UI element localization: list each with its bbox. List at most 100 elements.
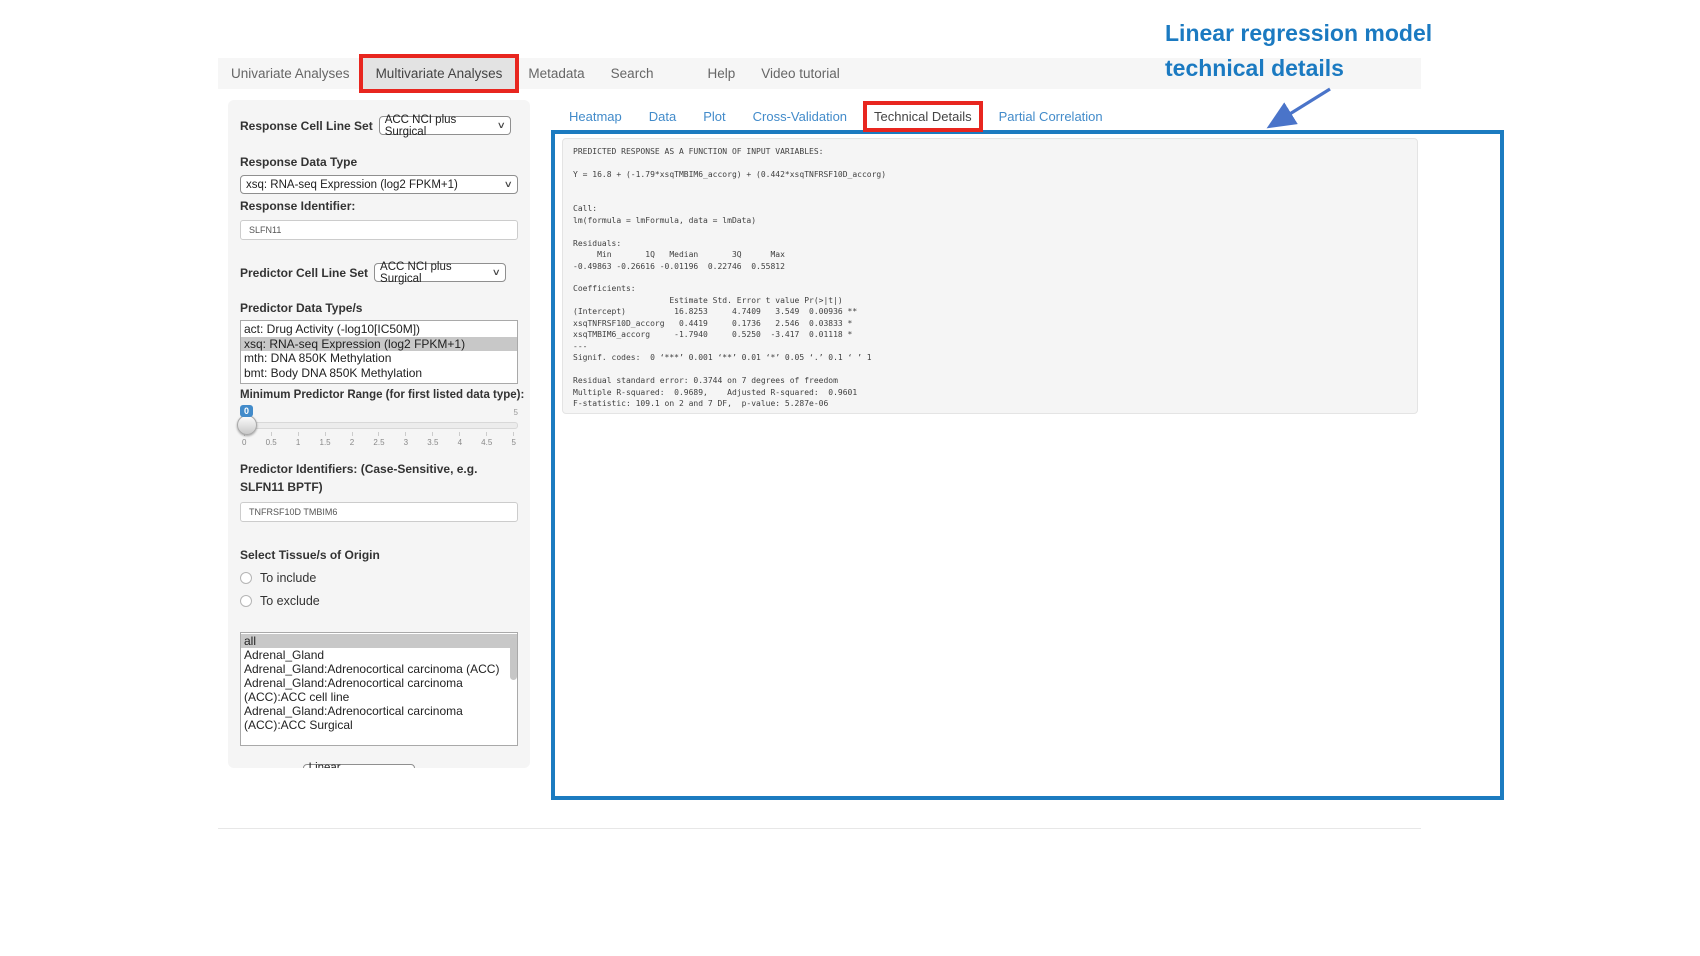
response-data-type-label: Response Data Type bbox=[240, 155, 518, 169]
slider-tick-label: 3 bbox=[404, 432, 408, 447]
slider-value-badge: 0 bbox=[240, 405, 253, 417]
predictor-data-types-listbox: act: Drug Activity (-log10[IC50M]) xsq: … bbox=[240, 320, 518, 384]
nav-item-label: Metadata bbox=[528, 66, 584, 81]
nav-item[interactable]: Univariate Analyses bbox=[218, 58, 363, 89]
predictor-cell-line-set-value: ACC NCI plus Surgical bbox=[380, 261, 487, 285]
response-identifier-input[interactable] bbox=[240, 220, 518, 240]
radio-button-icon[interactable] bbox=[240, 572, 252, 584]
tissue-option-label: Adrenal_Gland:Adrenocortical carcinoma (… bbox=[244, 676, 463, 704]
tissue-origin-label: Select Tissue/s of Origin bbox=[240, 548, 518, 562]
slider-ticks: 0 0.5 1 1.5 2 2.5 3 3.5 4 4.5 bbox=[242, 432, 516, 447]
min-predictor-range-label: Minimum Predictor Range (for first liste… bbox=[240, 389, 518, 401]
predictor-data-type-option-label: bmt: Body DNA 850K Methylation bbox=[244, 366, 422, 380]
result-tab-label: Partial Correlation bbox=[999, 109, 1103, 124]
result-tab[interactable]: Plot bbox=[696, 105, 732, 128]
algorithm-label: Algorithm bbox=[240, 767, 297, 769]
nav-item[interactable]: Multivariate Analyses bbox=[363, 58, 516, 89]
predictor-data-types-label: Predictor Data Type/s bbox=[240, 301, 518, 315]
predictor-identifiers-input[interactable] bbox=[240, 502, 518, 522]
radio-button-icon[interactable] bbox=[240, 595, 252, 607]
annotation-line-1: Linear regression model bbox=[1165, 16, 1432, 51]
tissue-option-label: Adrenal_Gland bbox=[244, 648, 324, 662]
nav-item[interactable]: Video tutorial bbox=[748, 58, 853, 89]
nav-item[interactable]: Help bbox=[694, 58, 748, 89]
result-tab[interactable]: Cross-Validation bbox=[746, 105, 854, 128]
sidebar-form: Response Cell Line Set ACC NCI plus Surg… bbox=[228, 100, 530, 768]
r-model-output: PREDICTED RESPONSE AS A FUNCTION OF INPU… bbox=[562, 138, 1418, 414]
response-data-type-value: xsq: RNA-seq Expression (log2 FPKM+1) bbox=[246, 179, 458, 191]
result-tab[interactable]: Technical Details bbox=[867, 105, 979, 128]
nav-item-label: Video tutorial bbox=[761, 66, 840, 81]
response-cell-line-set-label: Response Cell Line Set bbox=[240, 119, 373, 133]
predictor-data-type-option-label: xsq: RNA-seq Expression (log2 FPKM+1) bbox=[244, 337, 465, 351]
nav-item-label: Help bbox=[707, 66, 735, 81]
chevron-down-icon: ∨ bbox=[504, 179, 513, 190]
predictor-cell-line-set-select[interactable]: ACC NCI plus Surgical ∨ bbox=[374, 263, 506, 282]
tissue-origin-radios: To include To exclude bbox=[240, 571, 518, 608]
min-predictor-range-slider: 0 5 0 0.5 1 1.5 2 2.5 3 bbox=[240, 405, 518, 451]
predictor-data-type-option[interactable]: xsq: RNA-seq Expression (log2 FPKM+1) bbox=[241, 337, 517, 352]
response-data-type-select[interactable]: xsq: RNA-seq Expression (log2 FPKM+1) ∨ bbox=[240, 175, 518, 194]
result-tabs: Heatmap Data Plot Cross-Validation Techn… bbox=[562, 105, 1123, 128]
annotation-text: Linear regression model technical detail… bbox=[1165, 16, 1432, 86]
tissue-origin-listbox: all Adrenal_Gland Adrenal_Gland:Adrenoco… bbox=[240, 632, 518, 746]
slider-tick-label: 5 bbox=[511, 432, 515, 447]
app-page: Linear regression model technical detail… bbox=[0, 0, 1700, 956]
slider-tick-label: 2 bbox=[350, 432, 354, 447]
tissue-option-label: all bbox=[244, 634, 256, 648]
tissue-option[interactable]: Adrenal_Gland:Adrenocortical carcinoma (… bbox=[241, 662, 517, 676]
result-tab[interactable]: Data bbox=[642, 105, 683, 128]
technical-details-panel: PREDICTED RESPONSE AS A FUNCTION OF INPU… bbox=[551, 130, 1504, 800]
chevron-down-icon: ∨ bbox=[492, 267, 501, 278]
response-cell-line-set-select[interactable]: ACC NCI plus Surgical ∨ bbox=[379, 116, 511, 135]
predictor-data-type-option-label: act: Drug Activity (-log10[IC50M]) bbox=[244, 322, 420, 336]
predictor-data-type-option-label: mth: DNA 850K Methylation bbox=[244, 351, 391, 365]
result-tab-label: Technical Details bbox=[874, 109, 972, 124]
result-tab-label: Plot bbox=[703, 109, 725, 124]
slider-tick-label: 1 bbox=[296, 432, 300, 447]
nav-item[interactable]: Search bbox=[598, 58, 667, 89]
slider-tick-label: 4 bbox=[458, 432, 462, 447]
slider-tick-label: 3.5 bbox=[427, 432, 438, 447]
slider-tick-label: 4.5 bbox=[481, 432, 492, 447]
result-tab[interactable]: Heatmap bbox=[562, 105, 629, 128]
slider-tick-label: 1.5 bbox=[320, 432, 331, 447]
result-tab[interactable]: Partial Correlation bbox=[992, 105, 1110, 128]
chevron-down-icon: ∨ bbox=[497, 120, 506, 131]
predictor-identifiers-label: Predictor Identifiers: (Case-Sensitive, … bbox=[240, 460, 518, 496]
tissue-option-label: Adrenal_Gland:Adrenocortical carcinoma (… bbox=[244, 662, 499, 676]
algorithm-select[interactable]: Linear Regression ∨ bbox=[303, 764, 415, 768]
slider-track[interactable] bbox=[240, 422, 518, 429]
nav-item-label: Univariate Analyses bbox=[231, 66, 350, 81]
tissue-radio-row[interactable]: To exclude bbox=[240, 594, 518, 608]
tissue-option[interactable]: Adrenal_Gland bbox=[241, 648, 517, 662]
annotation-line-2: technical details bbox=[1165, 51, 1432, 86]
tissue-option[interactable]: all bbox=[241, 634, 517, 648]
response-cell-line-set-value: ACC NCI plus Surgical bbox=[385, 114, 492, 138]
tissue-radio-label: To exclude bbox=[260, 594, 320, 608]
tissue-radio-row[interactable]: To include bbox=[240, 571, 518, 585]
tissue-option[interactable]: Adrenal_Gland:Adrenocortical carcinoma (… bbox=[241, 704, 517, 732]
algorithm-value: Linear Regression bbox=[309, 762, 396, 769]
predictor-cell-line-set-label: Predictor Cell Line Set bbox=[240, 266, 368, 280]
tissue-option-label: Adrenal_Gland:Adrenocortical carcinoma (… bbox=[244, 704, 463, 732]
predictor-data-type-option[interactable]: act: Drug Activity (-log10[IC50M]) bbox=[241, 322, 517, 337]
tissue-option[interactable]: Adrenal_Gland:Adrenocortical carcinoma (… bbox=[241, 676, 517, 704]
result-tab-label: Cross-Validation bbox=[753, 109, 847, 124]
footer-divider bbox=[218, 828, 1421, 829]
slider-tick-label: 0.5 bbox=[266, 432, 277, 447]
predictor-data-type-option[interactable]: mth: DNA 850K Methylation bbox=[241, 351, 517, 366]
listbox-scrollbar[interactable] bbox=[510, 638, 517, 680]
annotation-arrow-icon bbox=[1258, 84, 1344, 134]
slider-max-label: 5 bbox=[514, 408, 518, 417]
tissue-radio-label: To include bbox=[260, 571, 316, 585]
slider-tick-label: 2.5 bbox=[373, 432, 384, 447]
nav-item-label: Multivariate Analyses bbox=[376, 66, 503, 81]
nav-item[interactable]: Metadata bbox=[515, 58, 597, 89]
response-identifier-label: Response Identifier: bbox=[240, 199, 518, 213]
nav-item-label: Search bbox=[611, 66, 654, 81]
slider-handle[interactable] bbox=[237, 415, 257, 435]
result-tab-label: Data bbox=[649, 109, 676, 124]
result-tab-label: Heatmap bbox=[569, 109, 622, 124]
predictor-data-type-option[interactable]: bmt: Body DNA 850K Methylation bbox=[241, 366, 517, 381]
